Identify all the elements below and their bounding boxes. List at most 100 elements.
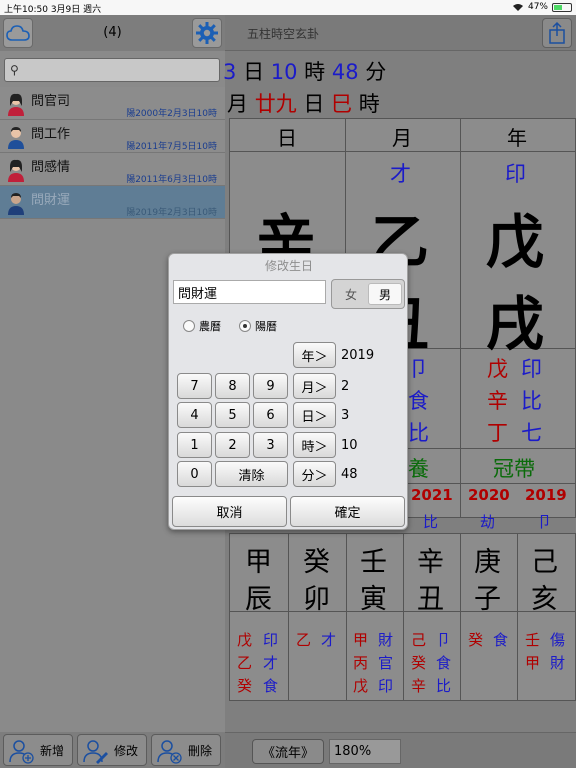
share-icon bbox=[549, 21, 565, 44]
grid-line bbox=[460, 118, 461, 518]
lunar-radio[interactable]: 農曆 bbox=[183, 318, 221, 334]
cycle-stem: 庚 bbox=[474, 547, 501, 578]
lunar-month-label: 月 bbox=[227, 92, 248, 116]
chart-header: 五柱時空玄卦 bbox=[225, 15, 576, 51]
name-field[interactable] bbox=[173, 280, 326, 304]
gender-female-option[interactable]: 女 bbox=[334, 283, 368, 305]
records-header: (4) bbox=[0, 15, 225, 51]
month-button[interactable]: 月＞ bbox=[293, 373, 336, 399]
year-label: 2019 bbox=[525, 486, 567, 504]
search-icon: ⚲ bbox=[10, 63, 19, 77]
cycle-hidden-god: 財 bbox=[378, 631, 394, 649]
cycle-branch: 子 bbox=[474, 584, 501, 615]
key-7[interactable]: 7 bbox=[177, 373, 212, 399]
hidden-month-1: 卩 bbox=[408, 357, 429, 381]
chart-toolbar: 《流年》 180% bbox=[225, 732, 576, 768]
day-label: 日 bbox=[243, 60, 265, 84]
search-input[interactable]: ⚲ bbox=[4, 58, 220, 82]
hidden-month-3: 比 bbox=[408, 421, 429, 445]
cycle-hidden-god: 才 bbox=[321, 631, 337, 649]
cycle-hidden-stem: 甲 bbox=[525, 654, 541, 672]
grid-line bbox=[346, 533, 347, 701]
minute-button[interactable]: 分＞ bbox=[293, 461, 336, 487]
cycle-hidden-god: 傷 bbox=[550, 631, 566, 649]
battery-icon bbox=[552, 2, 572, 12]
key-3[interactable]: 3 bbox=[253, 432, 288, 458]
edit-button[interactable]: 修改 bbox=[77, 734, 147, 766]
item-date: 陽2019年2月3日10時 bbox=[126, 208, 217, 218]
hour-label: 時 bbox=[304, 60, 326, 84]
add-button[interactable]: 新增 bbox=[3, 734, 73, 766]
hour-value: 10 bbox=[341, 438, 358, 453]
day-button[interactable]: 日＞ bbox=[293, 402, 336, 428]
settings-button[interactable] bbox=[192, 18, 222, 48]
date-line: 3 日 10 時 48 分 bbox=[223, 56, 386, 86]
records-toolbar: 新增 修改 刪除 bbox=[0, 732, 225, 768]
day-number: 3 bbox=[223, 60, 237, 84]
lunar-line: 月 廿九 日 巳 時 bbox=[227, 88, 380, 118]
status-time-date: 上午10:50 3月9日 週六 bbox=[4, 2, 101, 15]
hidden-year-god-2: 比 bbox=[521, 389, 542, 413]
solar-radio[interactable]: 陽曆 bbox=[239, 318, 277, 334]
key-8[interactable]: 8 bbox=[215, 373, 250, 399]
item-title: 問工作 bbox=[31, 127, 71, 142]
chart-title: 五柱時空玄卦 bbox=[247, 27, 320, 41]
gender-male-option[interactable]: 男 bbox=[368, 283, 402, 305]
god-month: 才 bbox=[390, 162, 411, 186]
stage-month: 養 bbox=[408, 457, 429, 481]
male-avatar-icon bbox=[8, 193, 24, 215]
key-6[interactable]: 6 bbox=[253, 402, 288, 428]
confirm-button[interactable]: 確定 bbox=[290, 496, 405, 527]
key-5[interactable]: 5 bbox=[215, 402, 250, 428]
delete-button[interactable]: 刪除 bbox=[151, 734, 221, 766]
cycle-hidden-god: 官 bbox=[378, 654, 394, 672]
year-god: 比 bbox=[423, 513, 439, 531]
key-9[interactable]: 9 bbox=[253, 373, 288, 399]
year-button[interactable]: 年＞ bbox=[293, 342, 336, 368]
hour-number: 10 bbox=[270, 60, 298, 84]
minute-number: 48 bbox=[331, 60, 359, 84]
cycle-hidden-stem: 己 bbox=[411, 631, 427, 649]
branch-year: 戌 bbox=[486, 290, 545, 358]
list-item[interactable]: 問官司 陽2000年2月3日10時 bbox=[0, 87, 225, 120]
list-item-selected[interactable]: 問財運 陽2019年2月3日10時 bbox=[0, 186, 225, 219]
cancel-button[interactable]: 取消 bbox=[172, 496, 287, 527]
record-list: 問官司 陽2000年2月3日10時 問工作 陽2011年7月5日10時 問感情 … bbox=[0, 87, 225, 219]
gear-icon bbox=[196, 22, 218, 44]
clear-button[interactable]: 清除 bbox=[215, 461, 288, 487]
list-item[interactable]: 問感情 陽2011年6月3日10時 bbox=[0, 153, 225, 186]
cycle-hidden-stem: 癸 bbox=[237, 677, 253, 695]
grid-line bbox=[403, 533, 404, 701]
dialog-title: 修改生日 bbox=[264, 259, 313, 273]
battery-percent: 47% bbox=[527, 2, 548, 12]
list-item[interactable]: 問工作 陽2011年7月5日10時 bbox=[0, 120, 225, 153]
cycle-hidden-stem: 癸 bbox=[411, 654, 427, 672]
key-2[interactable]: 2 bbox=[215, 432, 250, 458]
gender-toggle[interactable]: 女 男 bbox=[331, 279, 405, 309]
zoom-level[interactable]: 180% bbox=[329, 739, 401, 764]
lunar-hour: 巳 bbox=[331, 92, 353, 116]
month-value: 2 bbox=[341, 379, 350, 394]
cycle-hidden-stem: 壬 bbox=[525, 631, 541, 649]
grid-line bbox=[229, 151, 576, 152]
hidden-month-2: 食 bbox=[408, 389, 429, 413]
cycle-stem: 己 bbox=[531, 547, 558, 578]
add-user-icon bbox=[9, 740, 34, 764]
cycle-stem: 壬 bbox=[360, 547, 387, 578]
status-bar: 上午10:50 3月9日 週六 47% bbox=[0, 0, 576, 15]
key-0[interactable]: 0 bbox=[177, 461, 212, 487]
share-button[interactable] bbox=[542, 18, 572, 48]
god-year: 印 bbox=[505, 162, 526, 186]
delete-label: 刪除 bbox=[187, 743, 212, 758]
cycle-hidden-stem: 甲 bbox=[353, 631, 369, 649]
hour-button[interactable]: 時＞ bbox=[293, 432, 336, 458]
lunar-hour-label: 時 bbox=[358, 92, 380, 116]
liunian-button[interactable]: 《流年》 bbox=[252, 739, 324, 764]
column-header-day: 日 bbox=[277, 126, 297, 150]
cycle-hidden-stem: 丙 bbox=[353, 654, 369, 672]
grid-line bbox=[517, 533, 518, 701]
cycle-stem: 甲 bbox=[245, 547, 272, 578]
key-4[interactable]: 4 bbox=[177, 402, 212, 428]
key-1[interactable]: 1 bbox=[177, 432, 212, 458]
item-date: 陽2011年7月5日10時 bbox=[126, 142, 217, 152]
